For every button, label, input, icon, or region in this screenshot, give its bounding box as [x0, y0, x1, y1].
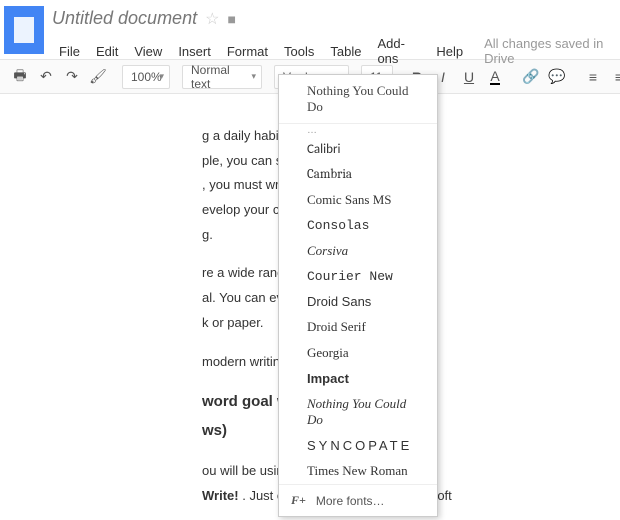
align-center-icon[interactable]: ≡	[607, 65, 620, 89]
menu-view[interactable]: View	[127, 41, 169, 62]
font-dropdown: Nothing You Could Do …CalibriCambriaComi…	[278, 74, 438, 517]
paint-format-icon[interactable]: 🖌	[86, 65, 110, 89]
star-icon[interactable]: ☆	[205, 9, 219, 29]
body-text-bold: Write!	[202, 488, 239, 503]
more-fonts-button[interactable]: F+ More fonts…	[279, 484, 437, 516]
body-text: k or paper.	[202, 315, 263, 330]
docs-logo[interactable]	[4, 6, 44, 54]
body-text: g.	[202, 227, 213, 242]
insert-link-icon[interactable]: 🔗	[519, 65, 543, 89]
menu-edit[interactable]: Edit	[89, 41, 125, 62]
redo-icon[interactable]: ↷	[60, 65, 84, 89]
text-color-button[interactable]: A	[483, 65, 507, 89]
insert-comment-icon[interactable]: 💬	[545, 65, 569, 89]
font-option[interactable]: Droid Sans	[279, 289, 437, 314]
paragraph-style-select[interactable]: Normal text	[182, 65, 262, 89]
font-option[interactable]: Comic Sans MS	[279, 187, 437, 213]
font-option[interactable]: Cambria	[279, 162, 437, 187]
menu-help[interactable]: Help	[429, 41, 470, 62]
menu-table[interactable]: Table	[323, 41, 368, 62]
print-icon[interactable]: 🖶	[8, 65, 32, 89]
menu-add-ons[interactable]: Add-ons	[370, 33, 427, 69]
menu-insert[interactable]: Insert	[171, 41, 218, 62]
heading-text: ws)	[202, 422, 227, 439]
font-option[interactable]: Nothing You Could Do	[279, 391, 437, 433]
font-option[interactable]: Georgia	[279, 340, 437, 366]
font-option[interactable]: Droid Serif	[279, 314, 437, 340]
font-option[interactable]: Calibri	[279, 137, 437, 162]
underline-button[interactable]: U	[457, 65, 481, 89]
font-list[interactable]: …CalibriCambriaComic Sans MSConsolasCors…	[279, 124, 437, 484]
menu-tools[interactable]: Tools	[277, 41, 321, 62]
font-option[interactable]: Consolas	[279, 213, 437, 238]
align-left-icon[interactable]: ≡	[581, 65, 605, 89]
font-option[interactable]: Impact	[279, 366, 437, 391]
app-header: Untitled document ☆ ■ FileEditViewInsert…	[0, 0, 620, 60]
zoom-select[interactable]: 100%	[122, 65, 170, 89]
font-dropdown-recent[interactable]: Nothing You Could Do	[279, 75, 437, 124]
more-fonts-icon: F+	[291, 493, 306, 508]
folder-icon[interactable]: ■	[227, 11, 235, 27]
menu-format[interactable]: Format	[220, 41, 275, 62]
save-status: All changes saved in Drive	[484, 36, 620, 66]
font-option[interactable]: Times New Roman	[279, 458, 437, 484]
menu-file[interactable]: File	[52, 41, 87, 62]
undo-icon[interactable]: ↶	[34, 65, 58, 89]
menu-bar: FileEditViewInsertFormatToolsTableAdd-on…	[52, 33, 620, 69]
more-fonts-label: More fonts…	[316, 494, 385, 508]
document-title[interactable]: Untitled document	[52, 8, 197, 29]
font-option[interactable]: SYNCOPATE	[279, 433, 437, 458]
font-option[interactable]: Corsiva	[279, 238, 437, 264]
font-option[interactable]: Courier New	[279, 264, 437, 289]
